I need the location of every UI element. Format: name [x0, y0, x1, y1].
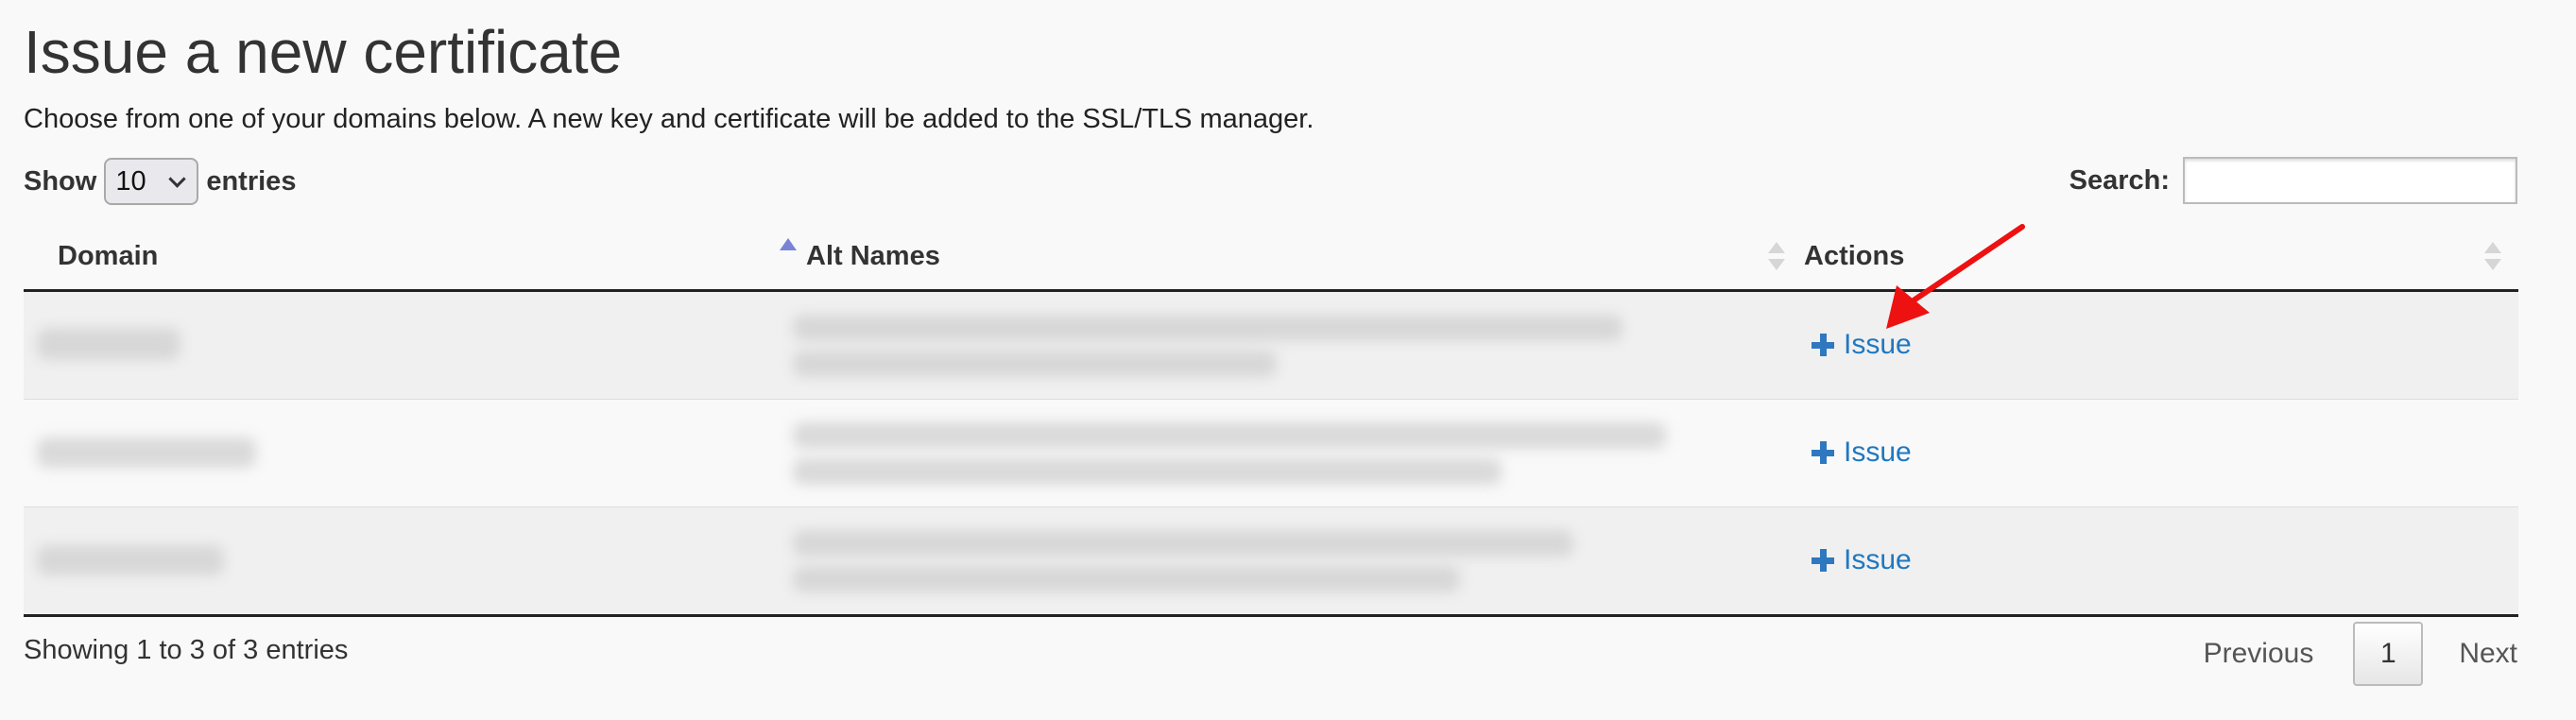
domain-cell-redacted — [37, 328, 180, 360]
issue-button[interactable]: Issue — [1812, 541, 1912, 579]
entries-per-page-value: 10 — [115, 165, 146, 197]
domains-table: Domain Alt Names Actions Issue Issue Iss… — [24, 223, 2518, 617]
chevron-down-icon — [168, 169, 187, 188]
table-row: Issue — [24, 292, 2518, 400]
column-header-alt-names[interactable]: Alt Names — [806, 223, 1789, 289]
alt-names-cell-redacted-line — [793, 458, 1502, 485]
entries-label: entries — [206, 165, 297, 197]
table-row: Issue — [24, 507, 2518, 617]
sort-ascending-icon — [780, 238, 797, 250]
plus-icon — [1812, 549, 1834, 572]
sort-icon — [2484, 242, 2501, 270]
search-label: Search: — [2069, 164, 2170, 196]
column-header-label: Actions — [1804, 240, 1905, 271]
sort-icon — [1768, 242, 1785, 270]
issue-button[interactable]: Issue — [1812, 434, 1912, 471]
column-header-domain[interactable]: Domain — [58, 223, 797, 289]
plus-icon — [1812, 334, 1834, 356]
issue-label: Issue — [1844, 329, 1912, 360]
table-row: Issue — [24, 400, 2518, 507]
page: Issue a new certificate Choose from one … — [0, 0, 2576, 720]
plus-icon — [1812, 441, 1834, 464]
alt-names-cell-redacted-line — [793, 566, 1460, 592]
alt-names-cell-redacted — [793, 315, 1623, 341]
issue-label: Issue — [1844, 437, 1912, 468]
search-control: Search: — [2069, 155, 2517, 206]
table-info: Showing 1 to 3 of 3 entries — [24, 635, 349, 665]
entries-length-control: Show 10 entries — [24, 157, 296, 206]
column-header-label: Alt Names — [806, 240, 940, 271]
issue-label: Issue — [1844, 544, 1912, 575]
page-description: Choose from one of your domains below. A… — [24, 104, 1314, 134]
page-title: Issue a new certificate — [24, 18, 623, 86]
alt-names-cell-redacted — [793, 530, 1573, 557]
table-header: Domain Alt Names Actions — [24, 223, 2518, 292]
column-header-label: Domain — [58, 240, 159, 271]
page-1-button[interactable]: 1 — [2353, 622, 2424, 686]
previous-page-button[interactable]: Previous — [2204, 638, 2314, 670]
pagination: Previous 1 Next — [2204, 622, 2517, 686]
show-label: Show — [24, 165, 97, 197]
alt-names-cell-redacted-line — [793, 351, 1277, 377]
domain-cell-redacted — [37, 437, 256, 468]
next-page-button[interactable]: Next — [2459, 638, 2517, 670]
search-input[interactable] — [2183, 157, 2517, 204]
alt-names-cell-redacted — [793, 422, 1666, 449]
domain-cell-redacted — [37, 545, 224, 575]
entries-per-page-select[interactable]: 10 — [104, 158, 199, 205]
column-header-actions[interactable]: Actions — [1804, 223, 2503, 289]
issue-button[interactable]: Issue — [1812, 326, 1912, 364]
